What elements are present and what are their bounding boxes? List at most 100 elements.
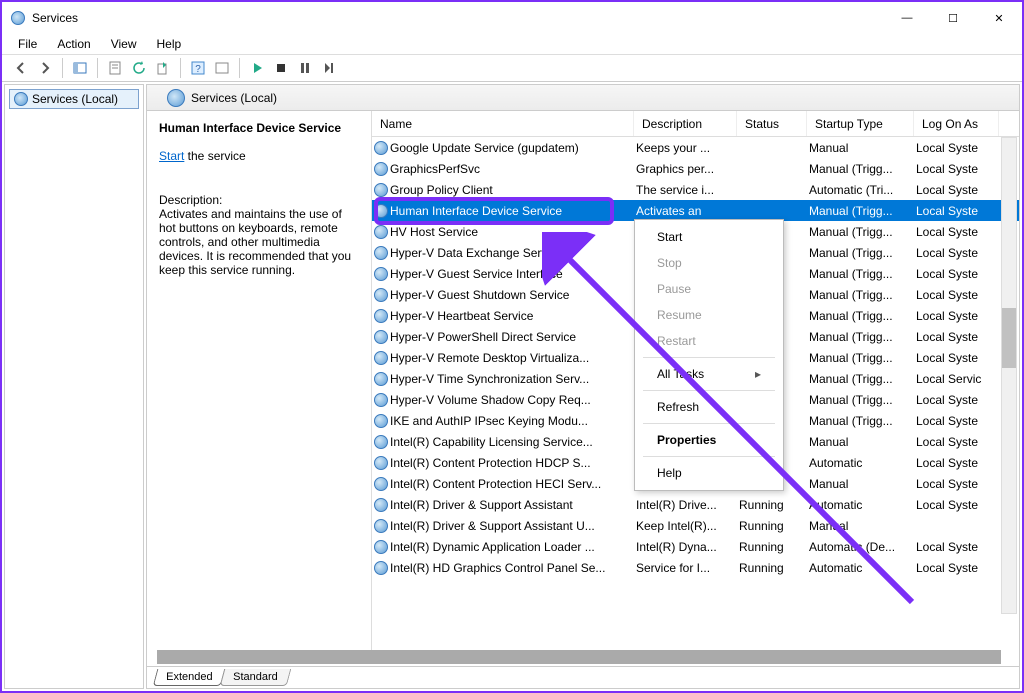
tree-pane[interactable]: Services (Local)	[4, 84, 144, 689]
service-status: Running	[737, 498, 807, 512]
col-description[interactable]: Description	[634, 111, 737, 136]
gear-icon	[374, 435, 388, 449]
col-startup-type[interactable]: Startup Type	[807, 111, 914, 136]
help-button[interactable]: ?	[187, 57, 209, 79]
gear-icon	[374, 246, 388, 260]
service-name: Human Interface Device Service	[390, 204, 562, 218]
service-logon: Local Syste	[914, 561, 999, 575]
horizontal-scrollbar[interactable]	[157, 650, 1001, 664]
service-logon: Local Syste	[914, 330, 999, 344]
service-name: Intel(R) Dynamic Application Loader ...	[390, 540, 595, 554]
service-name: Intel(R) Driver & Support Assistant U...	[390, 519, 595, 533]
gear-icon	[374, 204, 388, 218]
services-list[interactable]: Name Description Status Startup Type Log…	[372, 111, 1019, 650]
tab-standard[interactable]: Standard	[220, 669, 291, 686]
ctx-restart: Restart	[637, 328, 781, 354]
col-name[interactable]: Name	[372, 111, 634, 136]
window-title: Services	[32, 11, 78, 25]
gear-icon	[374, 477, 388, 491]
service-startup: Automatic	[807, 456, 914, 470]
service-startup: Manual (Trigg...	[807, 414, 914, 428]
ctx-refresh[interactable]: Refresh	[637, 394, 781, 420]
help2-button[interactable]	[211, 57, 233, 79]
ctx-help[interactable]: Help	[637, 460, 781, 486]
gear-icon	[374, 183, 388, 197]
service-logon: Local Syste	[914, 414, 999, 428]
col-logon-as[interactable]: Log On As	[914, 111, 999, 136]
toolbar: ?	[2, 54, 1022, 82]
service-logon: Local Syste	[914, 435, 999, 449]
gear-icon	[374, 519, 388, 533]
tree-root-label: Services (Local)	[32, 92, 118, 106]
table-row[interactable]: Intel(R) Dynamic Application Loader ...I…	[372, 536, 1019, 557]
show-hide-pane-button[interactable]	[69, 57, 91, 79]
service-logon: Local Syste	[914, 393, 999, 407]
service-status: Running	[737, 561, 807, 575]
service-desc: Keeps your ...	[634, 141, 737, 155]
menu-help[interactable]: Help	[149, 35, 190, 53]
service-name: Hyper-V Heartbeat Service	[390, 309, 533, 323]
gear-icon	[374, 141, 388, 155]
pause-service-button[interactable]	[294, 57, 316, 79]
service-name: Hyper-V Remote Desktop Virtualiza...	[390, 351, 589, 365]
forward-button[interactable]	[34, 57, 56, 79]
service-logon: Local Syste	[914, 267, 999, 281]
gear-icon	[374, 309, 388, 323]
start-service-link[interactable]: Start	[159, 149, 184, 163]
menu-action[interactable]: Action	[49, 35, 98, 53]
table-row[interactable]: Intel(R) HD Graphics Control Panel Se...…	[372, 557, 1019, 578]
refresh-button[interactable]	[128, 57, 150, 79]
gear-icon	[374, 225, 388, 239]
menu-file[interactable]: File	[10, 35, 45, 53]
service-name: Hyper-V PowerShell Direct Service	[390, 330, 576, 344]
start-service-button[interactable]	[246, 57, 268, 79]
tree-root-node[interactable]: Services (Local)	[9, 89, 139, 109]
ctx-properties[interactable]: Properties	[637, 427, 781, 453]
service-logon: Local Syste	[914, 540, 999, 554]
gear-icon	[374, 561, 388, 575]
restart-service-button[interactable]	[318, 57, 340, 79]
service-logon: Local Syste	[914, 477, 999, 491]
gear-icon	[374, 330, 388, 344]
service-name: Intel(R) Content Protection HECI Serv...	[390, 477, 601, 491]
service-name: Group Policy Client	[390, 183, 493, 197]
service-startup: Automatic (Tri...	[807, 183, 914, 197]
gear-icon	[374, 498, 388, 512]
gear-icon	[374, 288, 388, 302]
table-row[interactable]: Google Update Service (gupdatem)Keeps yo…	[372, 137, 1019, 158]
window-controls: — ☐ ✕	[884, 2, 1022, 34]
service-name: Hyper-V Volume Shadow Copy Req...	[390, 393, 591, 407]
vertical-scrollbar[interactable]	[1001, 137, 1017, 614]
close-button[interactable]: ✕	[976, 2, 1022, 34]
right-header-label: Services (Local)	[191, 91, 277, 105]
export-button[interactable]	[152, 57, 174, 79]
col-status[interactable]: Status	[737, 111, 807, 136]
service-status: Running	[737, 540, 807, 554]
maximize-button[interactable]: ☐	[930, 2, 976, 34]
tab-extended[interactable]: Extended	[153, 669, 226, 686]
service-startup: Manual (Trigg...	[807, 267, 914, 281]
table-row[interactable]: GraphicsPerfSvcGraphics per...Manual (Tr…	[372, 158, 1019, 179]
minimize-button[interactable]: —	[884, 2, 930, 34]
back-button[interactable]	[10, 57, 32, 79]
service-desc: Graphics per...	[634, 162, 737, 176]
service-name: Intel(R) Content Protection HDCP S...	[390, 456, 591, 470]
gear-icon	[374, 267, 388, 281]
table-row[interactable]: Intel(R) Driver & Support Assistant U...…	[372, 515, 1019, 536]
table-row[interactable]: Intel(R) Driver & Support AssistantIntel…	[372, 494, 1019, 515]
ctx-start[interactable]: Start	[637, 224, 781, 250]
detail-service-name: Human Interface Device Service	[159, 121, 359, 135]
service-name: HV Host Service	[390, 225, 478, 239]
table-row[interactable]: Human Interface Device ServiceActivates …	[372, 200, 1019, 221]
service-startup: Manual	[807, 435, 914, 449]
ctx-all-tasks[interactable]: All Tasks	[637, 361, 781, 387]
service-startup: Manual (Trigg...	[807, 162, 914, 176]
stop-service-button[interactable]	[270, 57, 292, 79]
menu-view[interactable]: View	[103, 35, 145, 53]
table-row[interactable]: Group Policy ClientThe service i...Autom…	[372, 179, 1019, 200]
context-menu[interactable]: Start Stop Pause Resume Restart All Task…	[634, 219, 784, 491]
properties-button[interactable]	[104, 57, 126, 79]
service-startup: Manual (Trigg...	[807, 225, 914, 239]
service-startup: Manual (Trigg...	[807, 204, 914, 218]
service-logon: Local Syste	[914, 456, 999, 470]
